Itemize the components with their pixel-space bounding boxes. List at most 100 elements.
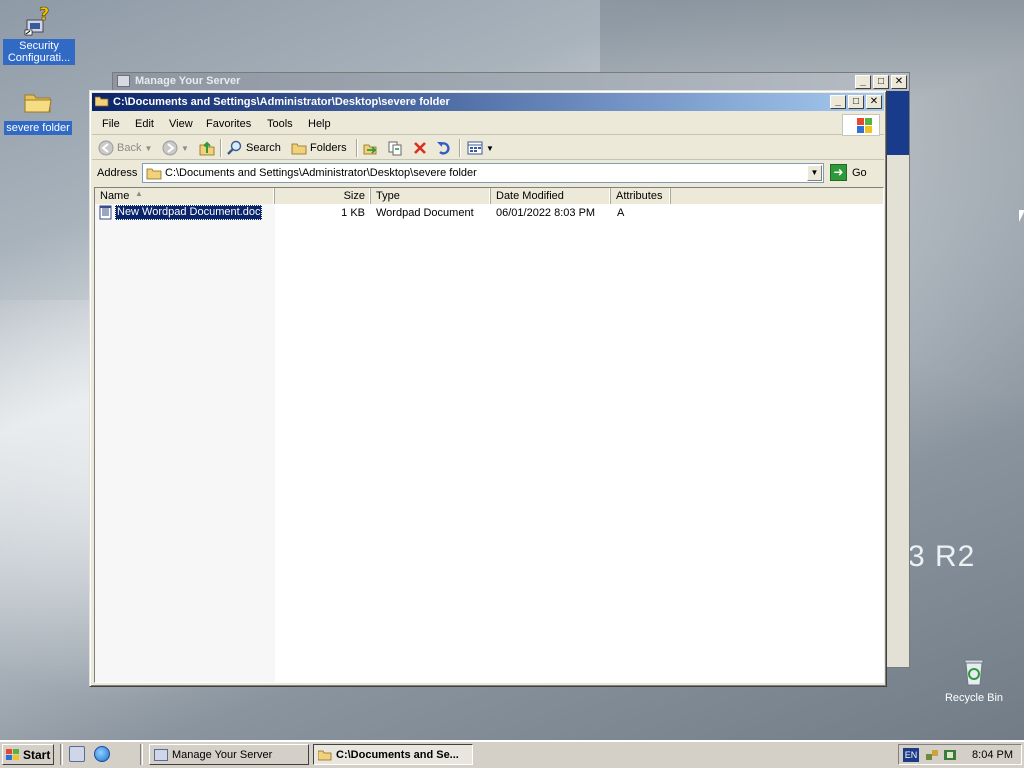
views-button[interactable]: ▼ <box>467 139 494 157</box>
maximize-button[interactable]: □ <box>873 75 889 89</box>
search-label: Search <box>246 142 281 154</box>
address-value: C:\Documents and Settings\Administrator\… <box>165 167 477 179</box>
clock[interactable]: 8:04 PM <box>972 749 1013 761</box>
internet-explorer-icon[interactable] <box>94 746 110 762</box>
back-button[interactable]: Back ▼ <box>98 139 152 157</box>
menu-tools[interactable]: Tools <box>267 118 293 130</box>
start-button[interactable]: Start <box>2 744 54 765</box>
table-row[interactable]: New Wordpad Document.doc 1 KB Wordpad Do… <box>95 205 883 221</box>
chevron-down-icon: ▼ <box>181 143 189 153</box>
folder-icon <box>146 166 162 180</box>
explorer-titlebar[interactable]: C:\Documents and Settings\Administrator\… <box>92 93 884 111</box>
column-header-name[interactable]: Name ▲ <box>95 188 275 204</box>
mouse-cursor <box>1019 210 1024 222</box>
back-arrow-icon <box>98 140 114 156</box>
up-folder-button[interactable] <box>199 139 215 157</box>
taskbar-button-explorer[interactable]: C:\Documents and Se... <box>313 744 473 765</box>
menu-view[interactable]: View <box>169 118 193 130</box>
task-label: C:\Documents and Se... <box>336 748 459 761</box>
recycle-bin-icon <box>958 656 990 688</box>
forward-arrow-icon <box>162 140 178 156</box>
go-label: Go <box>852 166 867 179</box>
address-dropdown-button[interactable]: ▼ <box>807 165 822 181</box>
search-button[interactable]: Search <box>227 139 281 157</box>
copy-to-icon <box>387 140 403 156</box>
column-header-row: Name ▲ Size Type Date Modified Attribute… <box>95 188 883 204</box>
file-type: Wordpad Document <box>376 207 474 219</box>
window-title: Manage Your Server <box>135 75 241 87</box>
folders-label: Folders <box>310 142 347 154</box>
undo-button[interactable] <box>436 139 452 157</box>
file-list[interactable]: Name ▲ Size Type Date Modified Attribute… <box>94 187 884 683</box>
move-to-icon <box>363 140 379 156</box>
desktop-icon-label: severe folder <box>4 121 72 135</box>
file-attributes: A <box>617 207 625 219</box>
chevron-down-icon: ▼ <box>486 143 494 153</box>
desktop-icon-severe-folder[interactable]: severe folder <box>2 86 74 135</box>
address-input[interactable]: C:\Documents and Settings\Administrator\… <box>142 163 824 183</box>
views-icon <box>467 140 483 156</box>
menu-help[interactable]: Help <box>308 118 331 130</box>
column-header-attributes[interactable]: Attributes <box>611 188 671 204</box>
sort-ascending-icon: ▲ <box>135 189 143 198</box>
folders-button[interactable]: Folders <box>291 139 347 157</box>
folders-icon <box>291 140 307 156</box>
move-to-button[interactable] <box>363 139 379 157</box>
column-header-type[interactable]: Type <box>371 188 491 204</box>
desktop-icon-security-configuration[interactable]: ? Security Configurati... <box>3 4 75 65</box>
system-tray: EN 8:04 PM <box>898 744 1022 765</box>
up-folder-icon <box>199 140 215 156</box>
file-size: 1 KB <box>341 207 365 219</box>
column-header-date-modified[interactable]: Date Modified <box>491 188 611 204</box>
maximize-button[interactable]: □ <box>848 95 864 109</box>
task-label: Manage Your Server <box>172 748 273 761</box>
windows-flag-icon <box>6 748 20 761</box>
svg-text:?: ? <box>39 4 49 25</box>
menu-bar: File Edit View Favorites Tools Help <box>92 113 884 136</box>
taskbar-button-manage-your-server[interactable]: Manage Your Server <box>149 744 309 765</box>
undo-icon <box>436 140 452 156</box>
forward-button[interactable]: ▼ <box>162 139 189 157</box>
windows-logo-icon <box>842 114 880 136</box>
go-arrow-icon: ➜ <box>830 164 847 181</box>
server-icon <box>154 748 168 761</box>
file-date-modified: 06/01/2022 8:03 PM <box>496 207 596 219</box>
address-label: Address <box>97 167 138 179</box>
address-bar: Address C:\Documents and Settings\Admini… <box>92 161 884 185</box>
window-content-edge <box>885 91 909 667</box>
start-label: Start <box>23 747 51 762</box>
folder-icon <box>94 96 109 107</box>
folder-icon <box>22 86 54 118</box>
taskbar: Start Manage Your Server C:\Documents an… <box>0 740 1024 768</box>
network-icon[interactable] <box>925 748 939 762</box>
file-name[interactable]: New Wordpad Document.doc <box>115 205 263 220</box>
desktop-brand-text: 3 R2 <box>908 540 976 573</box>
server-icon <box>117 75 130 87</box>
folder-icon <box>318 750 332 760</box>
server-management-icon[interactable] <box>69 746 85 762</box>
minimize-button[interactable]: _ <box>830 95 846 109</box>
desktop-icon-recycle-bin[interactable]: Recycle Bin <box>938 656 1010 705</box>
delete-icon <box>412 140 428 156</box>
document-icon <box>99 205 113 223</box>
security-configuration-icon: ? <box>23 4 55 36</box>
close-button[interactable]: ✕ <box>891 75 907 89</box>
desktop-icon-label: Recycle Bin <box>944 692 1004 704</box>
column-header-size[interactable]: Size <box>275 188 371 204</box>
sorted-column-shade <box>95 204 275 682</box>
close-button[interactable]: ✕ <box>866 95 882 109</box>
window-title: C:\Documents and Settings\Administrator\… <box>113 96 450 108</box>
desktop-icon-label: Security Configurati... <box>3 39 75 65</box>
back-label: Back <box>117 142 142 154</box>
menu-file[interactable]: File <box>102 118 120 130</box>
language-indicator[interactable]: EN <box>903 748 919 762</box>
delete-button[interactable] <box>412 139 428 157</box>
minimize-button[interactable]: _ <box>855 75 871 89</box>
manage-your-server-titlebar[interactable]: Manage Your Server _ □ ✕ <box>113 73 909 91</box>
menu-favorites[interactable]: Favorites <box>206 118 251 130</box>
menu-edit[interactable]: Edit <box>135 118 154 130</box>
go-button[interactable]: ➜ Go <box>830 164 867 181</box>
tray-app-icon[interactable] <box>943 748 957 762</box>
copy-to-button[interactable] <box>387 139 403 157</box>
explorer-window[interactable]: C:\Documents and Settings\Administrator\… <box>89 90 887 687</box>
